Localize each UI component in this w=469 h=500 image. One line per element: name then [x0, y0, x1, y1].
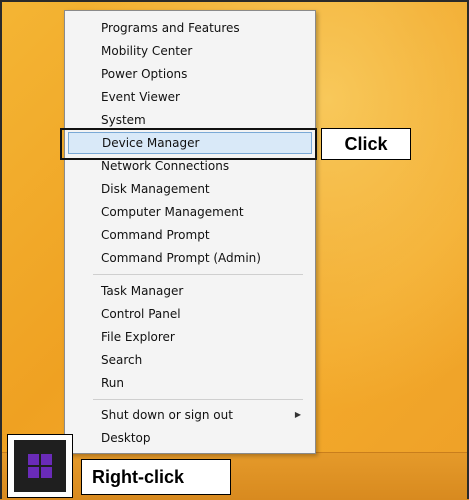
menu-item-disk-management[interactable]: Disk Management [65, 178, 315, 200]
menu-item-command-prompt-admin[interactable]: Command Prompt (Admin) [65, 247, 315, 269]
menu-item-desktop[interactable]: Desktop [65, 427, 315, 449]
menu-item-search[interactable]: Search [65, 349, 315, 371]
callout-click: Click [321, 128, 411, 160]
start-tile [14, 440, 66, 492]
menu-item-mobility-center[interactable]: Mobility Center [65, 40, 315, 62]
menu-item-computer-management[interactable]: Computer Management [65, 201, 315, 223]
menu-item-shut-down-or-sign-out[interactable]: Shut down or sign out ▶ [65, 404, 315, 426]
quick-link-menu: Programs and Features Mobility Center Po… [64, 10, 316, 454]
start-button[interactable] [7, 434, 73, 498]
highlight-box [60, 128, 317, 160]
menu-item-control-panel[interactable]: Control Panel [65, 303, 315, 325]
frame-left [0, 0, 2, 499]
menu-item-event-viewer[interactable]: Event Viewer [65, 86, 315, 108]
menu-separator [93, 399, 303, 400]
menu-item-task-manager[interactable]: Task Manager [65, 280, 315, 302]
windows-logo-icon [28, 454, 52, 478]
menu-item-command-prompt[interactable]: Command Prompt [65, 224, 315, 246]
menu-separator [93, 274, 303, 275]
menu-item-label: Shut down or sign out [101, 408, 233, 422]
menu-item-file-explorer[interactable]: File Explorer [65, 326, 315, 348]
frame-top [0, 0, 469, 2]
menu-item-programs-and-features[interactable]: Programs and Features [65, 17, 315, 39]
chevron-right-icon: ▶ [294, 410, 301, 419]
menu-item-run[interactable]: Run [65, 372, 315, 394]
menu-item-power-options[interactable]: Power Options [65, 63, 315, 85]
callout-right-click: Right-click [81, 459, 231, 495]
